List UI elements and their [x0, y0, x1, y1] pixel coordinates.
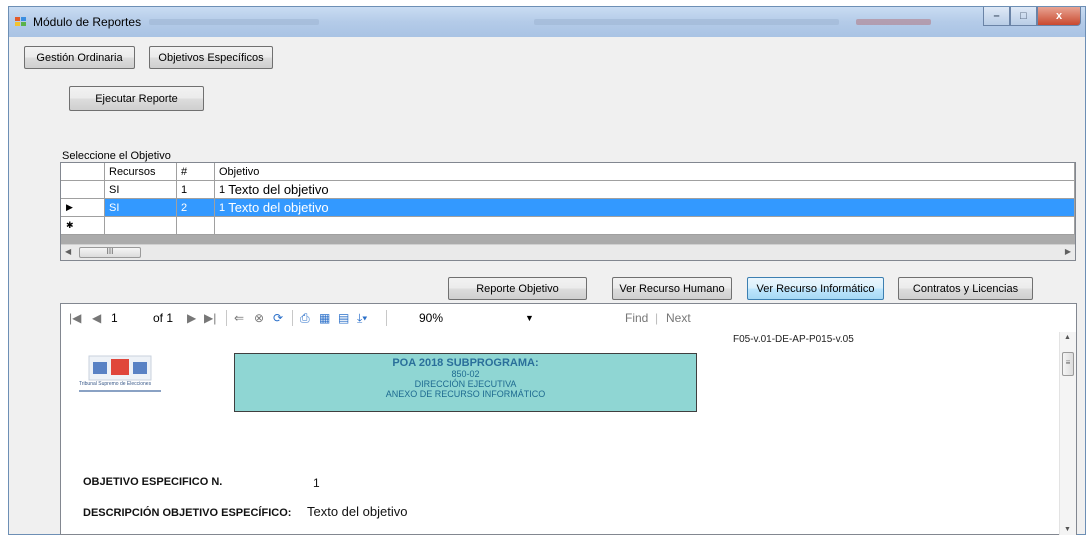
- toolbar-separator: [226, 310, 227, 326]
- viewer-vertical-scrollbar[interactable]: ▲ ≡ ▼: [1059, 332, 1076, 535]
- cell-recursos[interactable]: SI: [105, 199, 177, 217]
- institution-logo: Tribunal Supremo de Elecciones: [75, 352, 165, 396]
- zoom-dropdown-icon[interactable]: ▼: [525, 313, 534, 323]
- title-blur-2: [534, 19, 839, 25]
- title-blur: [149, 19, 319, 25]
- row-marker[interactable]: ▶: [61, 199, 105, 217]
- objetivo-label: OBJETIVO ESPECIFICO N.: [83, 476, 223, 488]
- row-marker[interactable]: [61, 181, 105, 199]
- window-title: Módulo de Reportes: [33, 15, 142, 29]
- page-count: of 1: [153, 311, 174, 325]
- page-setup-icon[interactable]: ▤: [338, 311, 349, 325]
- ver-recurso-informatico-button[interactable]: Ver Recurso Informático: [747, 277, 884, 300]
- next-page-icon[interactable]: ▶: [187, 311, 196, 325]
- cell-objetivo[interactable]: [215, 217, 1075, 235]
- objectives-grid: Recursos # Objetivo SI 1 1 Texto del obj…: [60, 162, 1076, 261]
- app-window: Módulo de Reportes – □ x Gestión Ordinar…: [8, 6, 1086, 535]
- scroll-thumb[interactable]: III: [79, 247, 141, 258]
- cell-objetivo-text: Texto del objetivo: [228, 182, 329, 197]
- cell-objetivo-num: 1: [219, 183, 226, 196]
- table-row-new[interactable]: ✱: [61, 217, 1075, 235]
- cell-num[interactable]: 1: [177, 181, 215, 199]
- current-page-input[interactable]: 1: [111, 311, 118, 325]
- grid-header-row: Recursos # Objetivo: [61, 163, 1075, 181]
- title-blur-3: [856, 19, 931, 25]
- column-header-num[interactable]: #: [177, 163, 215, 181]
- export-icon[interactable]: ⤓▾: [357, 311, 367, 326]
- contratos-licencias-button[interactable]: Contratos y Licencias: [898, 277, 1033, 300]
- toolbar-pipe: |: [655, 311, 659, 325]
- run-report-button[interactable]: Ejecutar Reporte: [69, 86, 204, 111]
- zoom-select[interactable]: 90%: [419, 311, 443, 325]
- table-row-selected[interactable]: ▶ SI 2 1 Texto del objetivo: [61, 199, 1075, 217]
- scroll-right-icon[interactable]: ▶: [1065, 247, 1071, 256]
- stop-icon[interactable]: ⊗: [254, 311, 264, 325]
- cell-objetivo[interactable]: 1 Texto del objetivo: [215, 199, 1075, 217]
- last-page-icon[interactable]: ▶|: [204, 311, 216, 325]
- cell-objetivo-num: 1: [219, 201, 226, 214]
- maximize-button[interactable]: □: [1010, 7, 1037, 26]
- window-controls: – □ x: [983, 7, 1081, 27]
- tab-gestion-ordinaria[interactable]: Gestión Ordinaria: [24, 46, 135, 69]
- report-department: DIRECCIÓN EJECUTIVA: [414, 379, 517, 389]
- reporte-objetivo-button[interactable]: Reporte Objetivo: [448, 277, 587, 300]
- find-link[interactable]: Find: [625, 311, 648, 325]
- scroll-down-icon[interactable]: ▼: [1064, 526, 1071, 533]
- refresh-icon[interactable]: ⟳: [273, 311, 283, 325]
- scroll-up-icon[interactable]: ▲: [1064, 334, 1071, 341]
- descripcion-value: Texto del objetivo: [307, 504, 408, 519]
- tab-objetivos-especificos[interactable]: Objetivos Específicos: [149, 46, 273, 69]
- print-layout-icon[interactable]: ▦: [319, 311, 330, 325]
- report-title: POA 2018 SUBPROGRAMA:: [392, 357, 539, 369]
- column-header-objetivo[interactable]: Objetivo: [215, 163, 1075, 181]
- cell-num[interactable]: 2: [177, 199, 215, 217]
- column-header-recursos[interactable]: Recursos: [105, 163, 177, 181]
- scroll-left-icon[interactable]: ◀: [65, 247, 71, 256]
- app-icon: [15, 17, 27, 27]
- viewer-scroll-thumb[interactable]: ≡: [1062, 352, 1074, 376]
- minimize-button[interactable]: –: [983, 7, 1010, 26]
- cell-objetivo-text: Texto del objetivo: [228, 200, 329, 215]
- title-bar[interactable]: Módulo de Reportes – □ x: [9, 7, 1085, 37]
- report-subprogram-code: 850-02: [451, 369, 480, 379]
- back-icon[interactable]: ⇐: [234, 311, 244, 325]
- ver-recurso-humano-button[interactable]: Ver Recurso Humano: [612, 277, 732, 300]
- close-button[interactable]: x: [1037, 7, 1081, 26]
- cell-num[interactable]: [177, 217, 215, 235]
- descripcion-label: DESCRIPCIÓN OBJETIVO ESPECÍFICO:: [83, 507, 292, 519]
- previous-page-icon[interactable]: ◀: [92, 311, 101, 325]
- cell-recursos[interactable]: [105, 217, 177, 235]
- toolbar-separator: [292, 310, 293, 326]
- table-row[interactable]: SI 1 1 Texto del objetivo: [61, 181, 1075, 199]
- objetivo-value: 1: [313, 476, 320, 490]
- row-header-corner: [61, 163, 105, 181]
- toolbar-separator: [386, 310, 387, 326]
- grid-caption: Seleccione el Objetivo: [62, 150, 171, 162]
- report-viewer: |◀ ◀ 1 of 1 ▶ ▶| ⇐ ⊗ ⟳ ⎙ ▦ ▤ ⤓▾ 90% ▼ Fi…: [60, 303, 1077, 535]
- report-header-box: POA 2018 SUBPROGRAMA: 850-02 DIRECCIÓN E…: [234, 353, 697, 412]
- next-link[interactable]: Next: [666, 311, 691, 325]
- report-annex: ANEXO DE RECURSO INFORMÁTICO: [385, 389, 546, 399]
- form-code: F05-v.01-DE-AP-P015-v.05: [733, 334, 854, 345]
- cell-objetivo[interactable]: 1 Texto del objetivo: [215, 181, 1075, 199]
- print-icon[interactable]: ⎙: [300, 311, 310, 326]
- viewer-toolbar: |◀ ◀ 1 of 1 ▶ ▶| ⇐ ⊗ ⟳ ⎙ ▦ ▤ ⤓▾ 90% ▼ Fi…: [61, 304, 1076, 332]
- cell-recursos[interactable]: SI: [105, 181, 177, 199]
- new-row-marker[interactable]: ✱: [61, 217, 105, 235]
- grid-horizontal-scrollbar[interactable]: ◀ III ▶: [61, 244, 1075, 260]
- logo-caption: Tribunal Supremo de Elecciones: [79, 381, 152, 387]
- first-page-icon[interactable]: |◀: [69, 311, 81, 325]
